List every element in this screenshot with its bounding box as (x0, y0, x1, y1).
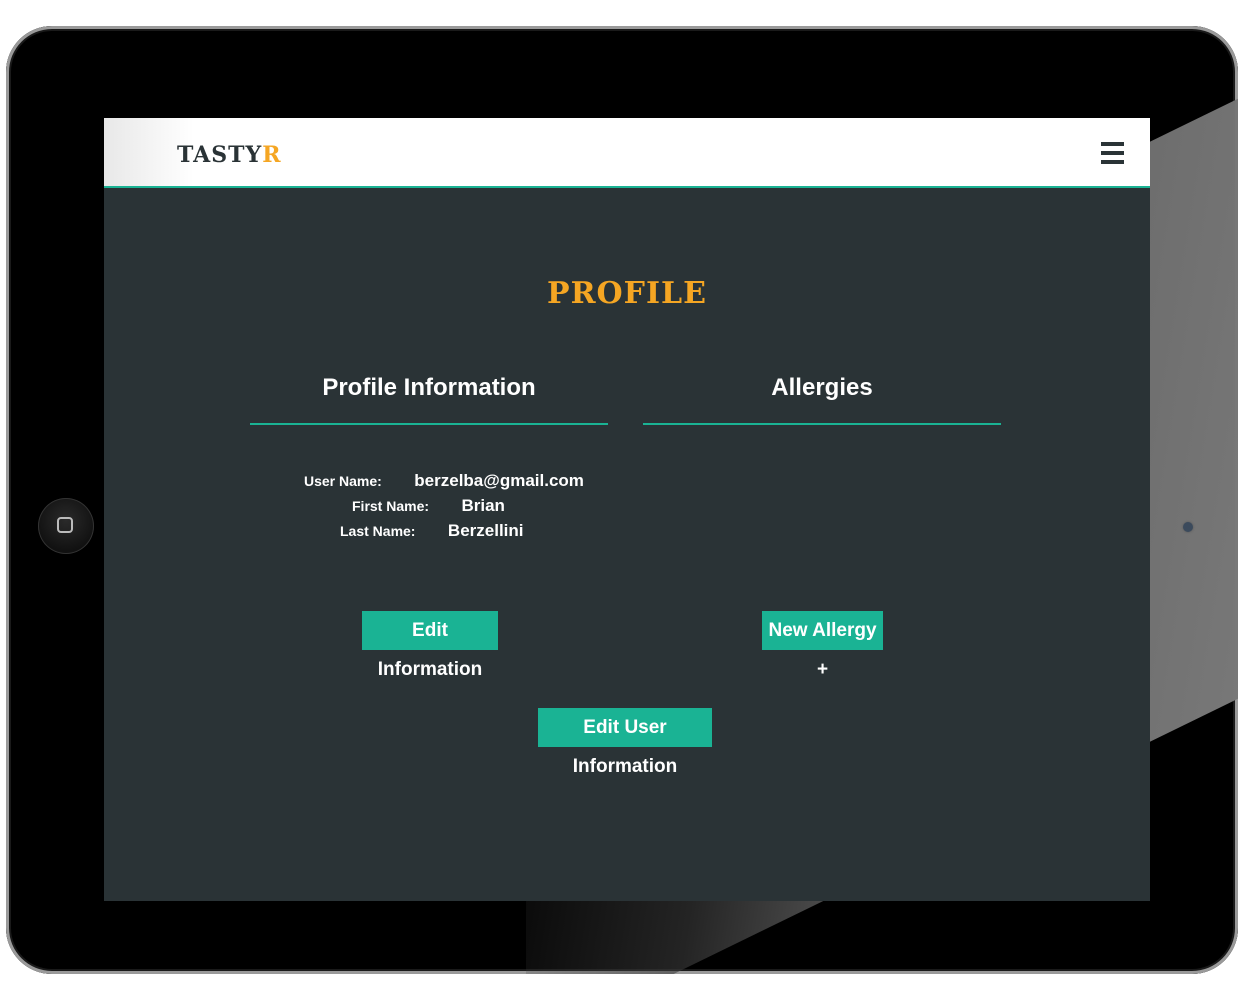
allergies-heading: Allergies (771, 374, 873, 401)
home-button-icon (57, 517, 73, 533)
hamburger-menu-icon[interactable] (1101, 142, 1124, 166)
camera-icon (1183, 522, 1193, 532)
new-allergy-button[interactable]: New Allergy + (762, 611, 883, 680)
edit-information-button[interactable]: Edit Information (362, 611, 498, 680)
brand-main: TASTY (177, 142, 263, 168)
last-name-value: Berzellini (447, 521, 524, 540)
page-title: PROFILE (547, 276, 707, 311)
brand-accent: R (262, 142, 282, 168)
username-row: User Name: berzelba@gmail.com (304, 471, 584, 491)
username-value: berzelba@gmail.com (414, 471, 584, 490)
edit-user-information-button[interactable]: Edit User Information (538, 708, 712, 777)
home-button[interactable] (38, 498, 94, 554)
navbar: TASTYR (104, 118, 1150, 188)
profile-information-divider (250, 423, 608, 425)
last-name-label: Last Name: (340, 523, 416, 539)
app-screen: TASTYR PROFILE Profile Information User … (104, 118, 1150, 901)
brand-logo[interactable]: TASTYR (177, 142, 282, 168)
first-name-value: Brian (461, 496, 505, 515)
last-name-row: Last Name: Berzellini (340, 521, 524, 541)
allergies-divider (643, 423, 1001, 425)
profile-information-heading: Profile Information (322, 374, 536, 401)
first-name-row: First Name: Brian (352, 496, 505, 516)
first-name-label: First Name: (352, 498, 430, 514)
username-label: User Name: (304, 473, 382, 489)
